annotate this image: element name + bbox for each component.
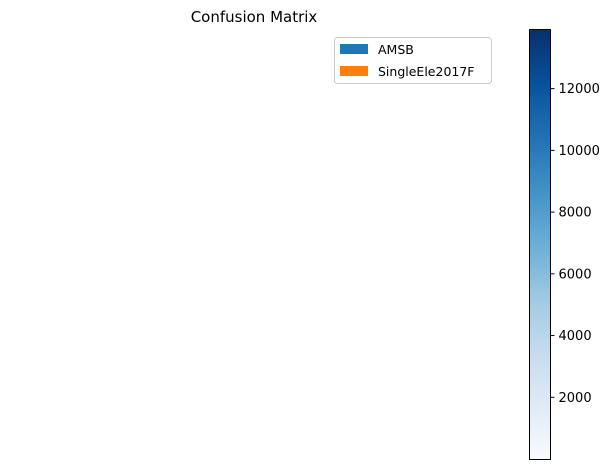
colorbar-tick-label: 6000: [559, 267, 592, 282]
colorbar: 2000 4000 6000 8000 10000 12000: [529, 29, 600, 460]
colorbar-tick-label: 12000: [559, 82, 600, 97]
legend-label-amsb: AMSB: [378, 42, 414, 57]
colorbar-tick-label: 4000: [559, 329, 592, 344]
legend-swatch-amsb: [340, 44, 368, 54]
legend-label-singleele2017f: SingleEle2017F: [378, 64, 475, 79]
legend: AMSB SingleEle2017F: [334, 37, 492, 84]
colorbar-tick-label: 2000: [559, 391, 592, 406]
colorbar-ticks: 2000 4000 6000 8000 10000 12000: [550, 82, 600, 406]
colorbar-gradient: [529, 29, 551, 460]
chart-figure: Confusion Matrix AMSB SingleEle2017F 200…: [191, 8, 600, 460]
chart-title: Confusion Matrix: [191, 8, 318, 26]
colorbar-tick-label: 10000: [559, 144, 600, 159]
legend-swatch-singleele2017f: [340, 66, 368, 76]
colorbar-tick-label: 8000: [559, 206, 592, 221]
